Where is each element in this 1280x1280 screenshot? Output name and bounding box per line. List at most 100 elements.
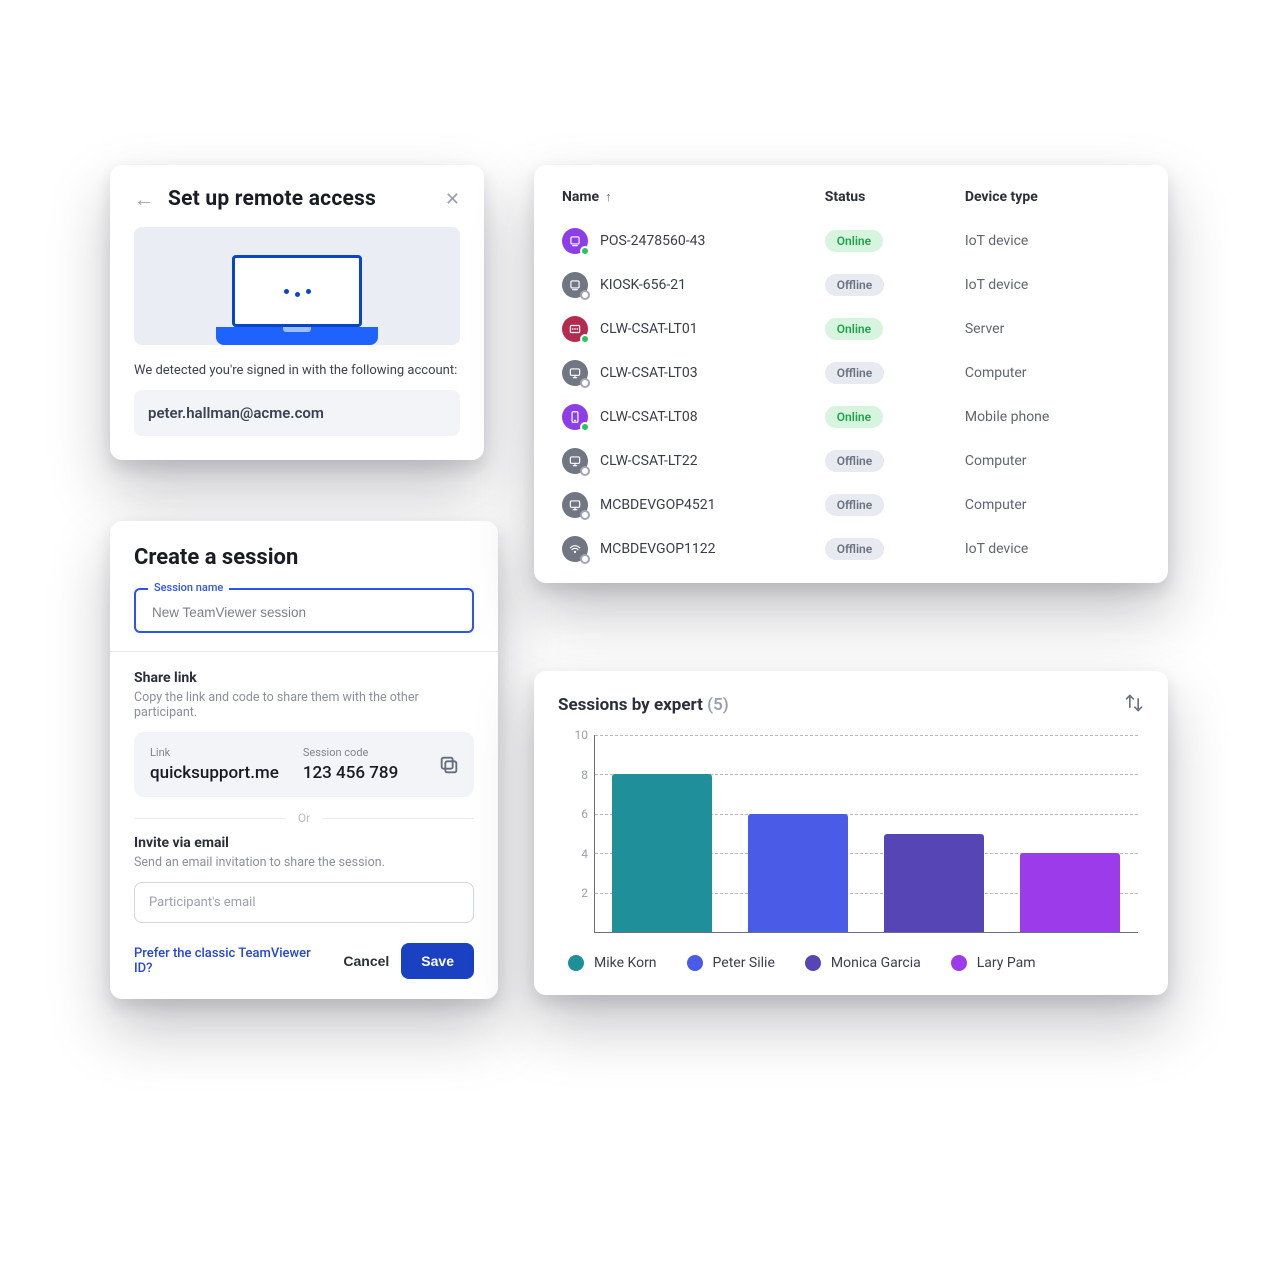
account-email: peter.hallman@acme.com: [134, 390, 460, 436]
status-dot: [580, 422, 590, 432]
legend-label: Lary Pam: [977, 955, 1036, 971]
chart-bar: [748, 814, 848, 932]
create-session-card: Create a session Session name Share link…: [110, 521, 498, 999]
sessions-chart-card: Sessions by expert (5) 2 4 6 8 10 Mike Korn P…: [534, 671, 1168, 995]
y-tick: 4: [558, 847, 588, 861]
detected-message: We detected you're signed in with the fo…: [134, 363, 460, 378]
status-dot: [580, 378, 590, 388]
device-name: CLW-CSAT-LT08: [600, 409, 698, 425]
status-badge: Offline: [825, 274, 885, 296]
column-status[interactable]: Status: [825, 189, 965, 205]
status-dot: [580, 246, 590, 256]
session-name-field[interactable]: Session name: [134, 588, 474, 633]
chart-bar: [612, 774, 712, 932]
status-badge: Offline: [825, 494, 885, 516]
device-name: CLW-CSAT-LT22: [600, 453, 698, 469]
y-tick: 2: [558, 886, 588, 900]
table-row[interactable]: MCBDEVGOP4521 Offline Computer: [558, 483, 1144, 527]
devices-table-card: Name ↑ Status Device type POS-2478560-43…: [534, 165, 1168, 583]
table-row[interactable]: POS-2478560-43 Online IoT device: [558, 219, 1144, 263]
device-icon: [562, 272, 588, 298]
classic-id-link[interactable]: Prefer the classic TeamViewer ID?: [134, 946, 331, 976]
chart-title: Sessions by expert (5): [558, 695, 729, 715]
y-tick: 8: [558, 768, 588, 782]
legend-label: Mike Korn: [594, 955, 657, 971]
table-row[interactable]: CLW-CSAT-LT03 Offline Computer: [558, 351, 1144, 395]
y-tick: 10: [558, 728, 588, 742]
setup-remote-access-card: ← Set up remote access ✕ We detected you…: [110, 165, 484, 460]
legend-swatch: [568, 955, 584, 971]
or-divider: Or: [286, 811, 322, 825]
legend-item: Peter Silie: [687, 955, 775, 971]
device-type: IoT device: [965, 277, 1140, 293]
share-box: Link quicksupport.me Session code 123 45…: [134, 732, 474, 797]
device-icon: [562, 492, 588, 518]
table-row[interactable]: CLW-CSAT-LT08 Online Mobile phone: [558, 395, 1144, 439]
device-icon: [562, 228, 588, 254]
device-type: Computer: [965, 497, 1140, 513]
copy-icon[interactable]: [438, 754, 460, 776]
device-type: Server: [965, 321, 1140, 337]
legend-label: Peter Silie: [713, 955, 775, 971]
participant-email-input[interactable]: Participant's email: [134, 882, 474, 923]
link-label: Link: [150, 746, 279, 759]
table-row[interactable]: CLW-CSAT-LT22 Offline Computer: [558, 439, 1144, 483]
device-name: MCBDEVGOP4521: [600, 497, 716, 513]
status-dot: [580, 290, 590, 300]
device-icon: [562, 404, 588, 430]
legend-item: Lary Pam: [951, 955, 1036, 971]
cancel-button[interactable]: Cancel: [331, 943, 401, 979]
invite-heading: Invite via email: [134, 835, 474, 851]
chart-bar: [884, 834, 984, 933]
legend-item: Monica Garcia: [805, 955, 921, 971]
share-link-heading: Share link: [134, 670, 474, 686]
y-tick: 6: [558, 807, 588, 821]
device-name: POS-2478560-43: [600, 233, 705, 249]
session-name-label: Session name: [148, 581, 229, 594]
sort-toggle-icon[interactable]: [1124, 693, 1144, 717]
chart-legend: Mike Korn Peter Silie Monica Garcia Lary Pa…: [558, 955, 1144, 971]
status-dot: [580, 466, 590, 476]
close-icon[interactable]: ✕: [445, 189, 460, 210]
setup-title: Set up remote access: [168, 187, 376, 211]
device-icon: [562, 316, 588, 342]
table-row[interactable]: CLW-CSAT-LT01 Online Server: [558, 307, 1144, 351]
link-value: quicksupport.me: [150, 763, 279, 783]
status-badge: Offline: [825, 538, 885, 560]
session-name-input[interactable]: [150, 604, 458, 621]
table-row[interactable]: MCBDEVGOP1122 Offline IoT device: [558, 527, 1144, 571]
status-badge: Online: [825, 406, 883, 428]
device-name: MCBDEVGOP1122: [600, 541, 716, 557]
legend-label: Monica Garcia: [831, 955, 921, 971]
laptop-illustration: [134, 227, 460, 345]
legend-swatch: [805, 955, 821, 971]
save-button[interactable]: Save: [401, 943, 474, 979]
device-name: KIOSK-656-21: [600, 277, 686, 293]
device-icon: [562, 360, 588, 386]
device-type: Computer: [965, 365, 1140, 381]
invite-sub: Send an email invitation to share the se…: [134, 855, 474, 870]
column-name[interactable]: Name ↑: [562, 189, 825, 205]
status-badge: Online: [825, 230, 883, 252]
device-type: IoT device: [965, 233, 1140, 249]
status-dot: [580, 510, 590, 520]
column-device-type[interactable]: Device type: [965, 189, 1140, 205]
status-badge: Offline: [825, 450, 885, 472]
device-icon: [562, 536, 588, 562]
device-type: Mobile phone: [965, 409, 1140, 425]
legend-item: Mike Korn: [568, 955, 657, 971]
device-type: Computer: [965, 453, 1140, 469]
sort-asc-icon: ↑: [605, 189, 612, 205]
session-code-value: 123 456 789: [303, 763, 398, 783]
table-row[interactable]: KIOSK-656-21 Offline IoT device: [558, 263, 1144, 307]
status-badge: Online: [825, 318, 883, 340]
back-icon[interactable]: ←: [134, 189, 154, 209]
device-icon: [562, 448, 588, 474]
create-session-title: Create a session: [134, 545, 474, 570]
status-dot: [580, 334, 590, 344]
device-name: CLW-CSAT-LT01: [600, 321, 698, 337]
device-type: IoT device: [965, 541, 1140, 557]
legend-swatch: [687, 955, 703, 971]
legend-swatch: [951, 955, 967, 971]
share-link-sub: Copy the link and code to share them wit…: [134, 690, 474, 720]
